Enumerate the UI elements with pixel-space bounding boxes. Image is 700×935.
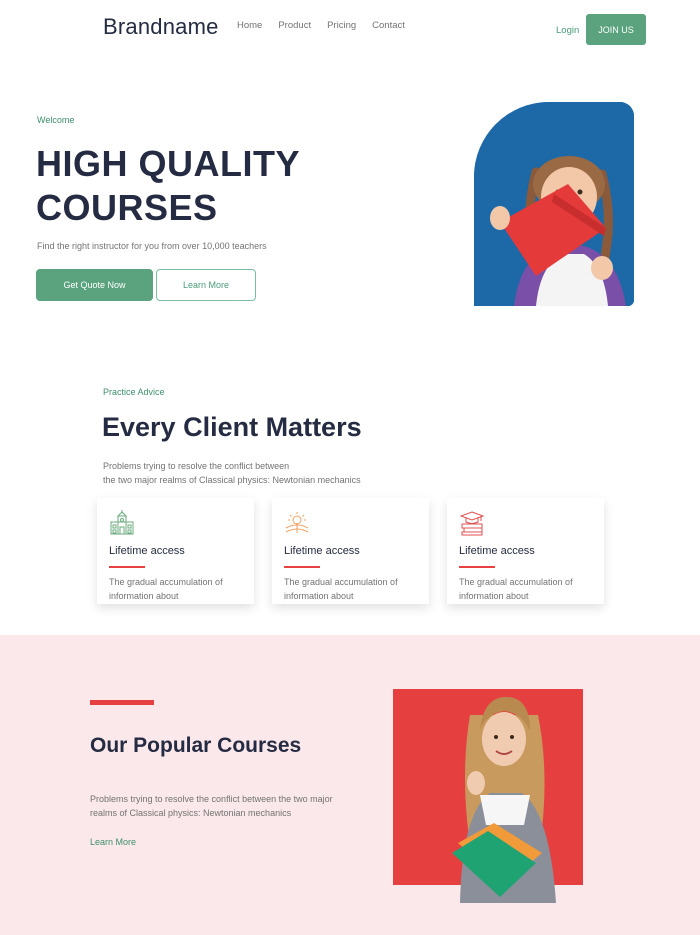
hero-image-girl-with-book (474, 102, 634, 306)
nav-link-pricing[interactable]: Pricing (327, 20, 356, 31)
courses-subtitle-line1: Problems trying to resolve the conflict … (90, 794, 333, 804)
login-link[interactable]: Login (556, 25, 579, 36)
nav-link-product[interactable]: Product (278, 20, 311, 31)
practice-subtitle: Problems trying to resolve the conflict … (103, 459, 383, 487)
school-building-icon (109, 510, 135, 536)
card-text-line2: information about (284, 590, 354, 601)
card-title: Lifetime access (109, 545, 185, 557)
practice-title: Every Client Matters (102, 412, 362, 442)
feature-card[interactable]: Lifetime access The gradual accumulation… (447, 498, 604, 604)
feature-card[interactable]: Lifetime access The gradual accumulation… (97, 498, 254, 604)
card-divider (109, 566, 145, 568)
hero-title: HIGH QUALITY COURSES (36, 142, 336, 230)
courses-subtitle-line2: realms of Classical physics: Newtonian m… (90, 808, 292, 818)
join-us-button[interactable]: JOIN US (586, 14, 646, 45)
hero-subtitle: Find the right instructor for you from o… (37, 241, 267, 251)
card-text-line2: information about (459, 590, 529, 601)
section-accent-bar (90, 700, 154, 705)
courses-subtitle: Problems trying to resolve the conflict … (90, 792, 350, 820)
feature-card[interactable]: Lifetime access The gradual accumulation… (272, 498, 429, 604)
nav-links: Home Product Pricing Contact (237, 20, 421, 31)
brand-logo[interactable]: Brandname (103, 14, 219, 40)
nav-link-contact[interactable]: Contact (372, 20, 405, 31)
card-text-line1: The gradual accumulation of (284, 577, 398, 587)
courses-title: Our Popular Courses (90, 734, 302, 757)
card-divider (459, 566, 495, 568)
card-title: Lifetime access (284, 545, 360, 557)
graduation-books-icon (459, 510, 485, 536)
card-text-line2: information about (109, 590, 179, 601)
card-text: The gradual accumulation of information … (459, 576, 589, 603)
practice-eyebrow: Practice Advice (103, 387, 165, 397)
courses-learn-more-link[interactable]: Learn More (90, 837, 136, 847)
hero-title-line1: HIGH QUALITY (36, 143, 300, 184)
nav-link-home[interactable]: Home (237, 20, 262, 31)
top-navbar: Brandname Home Product Pricing Contact L… (0, 0, 700, 60)
learn-more-button[interactable]: Learn More (156, 269, 256, 301)
hero-title-line2: COURSES (36, 187, 218, 228)
card-text-line1: The gradual accumulation of (109, 577, 223, 587)
courses-image-girl-with-folders (430, 675, 580, 903)
card-divider (284, 566, 320, 568)
card-title: Lifetime access (459, 545, 535, 557)
practice-subtitle-line1: Problems trying to resolve the conflict … (103, 461, 290, 471)
hero-eyebrow: Welcome (37, 115, 75, 125)
card-text: The gradual accumulation of information … (109, 576, 239, 603)
popular-courses-section: Our Popular Courses Problems trying to r… (0, 635, 700, 935)
sunrise-book-icon (284, 510, 310, 536)
card-text-line1: The gradual accumulation of (459, 577, 573, 587)
card-text: The gradual accumulation of information … (284, 576, 414, 603)
get-quote-button[interactable]: Get Quote Now (36, 269, 153, 301)
practice-subtitle-line2: the two major realms of Classical physic… (103, 475, 361, 485)
